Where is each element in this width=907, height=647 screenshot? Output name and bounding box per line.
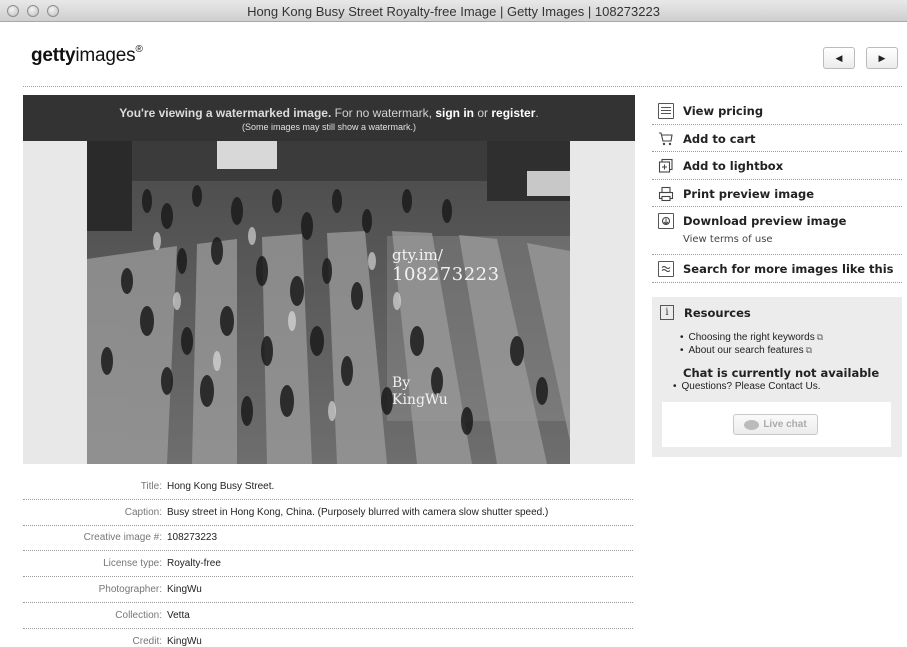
street-photo bbox=[87, 141, 570, 464]
detail-key: Creative image #: bbox=[83, 532, 162, 544]
cart-icon bbox=[658, 131, 674, 147]
detail-key: License type: bbox=[103, 558, 162, 570]
arrow-left-icon: ◀ bbox=[835, 52, 843, 63]
live-chat-label: Live chat bbox=[763, 419, 807, 430]
resource-link-search-features[interactable]: About our search features⧉ bbox=[680, 344, 823, 357]
lightbox-icon bbox=[658, 158, 674, 174]
preview-image[interactable] bbox=[87, 141, 570, 464]
watermark-notice-end: . bbox=[535, 106, 539, 120]
watermark-notice: You're viewing a watermarked image. For … bbox=[23, 106, 635, 120]
live-chat-box: Live chat bbox=[662, 402, 891, 447]
detail-row-license-type: License type: Royalty-free bbox=[23, 551, 633, 578]
arrow-right-icon: ▶ bbox=[878, 52, 886, 63]
watermark-notice-bar: You're viewing a watermarked image. For … bbox=[23, 95, 635, 141]
image-details-table: Title: Hong Kong Busy Street. Caption: B… bbox=[23, 474, 633, 647]
window-title-bar: Hong Kong Busy Street Royalty-free Image… bbox=[0, 0, 907, 22]
detail-value: Busy street in Hong Kong, China. (Purpos… bbox=[167, 506, 549, 518]
detail-key: Title: bbox=[140, 480, 162, 492]
next-image-button[interactable]: ▶ bbox=[866, 47, 898, 69]
resources-links: Choosing the right keywords⧉ About our s… bbox=[680, 331, 824, 357]
watermark-id-line: 108273223 bbox=[392, 264, 500, 285]
window-title: Hong Kong Busy Street Royalty-free Image… bbox=[247, 4, 660, 19]
contact-us-link[interactable]: Questions? Please Contact Us. bbox=[673, 381, 821, 392]
download-preview-link[interactable]: Download preview image bbox=[683, 214, 846, 228]
resource-link-keywords[interactable]: Choosing the right keywords⧉ bbox=[680, 331, 824, 344]
view-pricing-link[interactable]: View pricing bbox=[683, 97, 763, 118]
download-icon bbox=[658, 213, 674, 230]
detail-row-title: Title: Hong Kong Busy Street. bbox=[23, 474, 633, 500]
image-watermark-credit: By KingWu bbox=[392, 375, 448, 409]
info-icon: i bbox=[660, 305, 674, 320]
image-watermark-url: gty.im/ 108273223 bbox=[392, 245, 500, 285]
detail-value: Vetta bbox=[167, 609, 190, 621]
watermark-notice-or: or bbox=[474, 106, 492, 120]
detail-key: Photographer: bbox=[98, 584, 162, 596]
detail-key: Caption: bbox=[124, 506, 162, 518]
detail-row-creative-image-number: Creative image #: 108273223 bbox=[23, 526, 633, 552]
detail-key: Credit: bbox=[132, 636, 162, 647]
search-similar-action[interactable]: Search for more images like this bbox=[652, 255, 902, 283]
external-link-icon: ⧉ bbox=[805, 345, 813, 355]
logo-light-text: images bbox=[75, 45, 136, 66]
header-divider bbox=[23, 86, 902, 87]
resource-link-label[interactable]: About our search features bbox=[689, 345, 804, 356]
detail-value: KingWu bbox=[167, 636, 202, 647]
chat-bubble-icon bbox=[744, 419, 760, 430]
watermark-by: By bbox=[392, 375, 411, 391]
live-chat-button[interactable]: Live chat bbox=[733, 414, 818, 435]
similar-search-icon bbox=[658, 261, 674, 278]
sign-in-link[interactable]: sign in bbox=[435, 106, 474, 120]
add-to-cart-action[interactable]: Add to cart bbox=[652, 125, 902, 153]
chat-status: Chat is currently not available bbox=[683, 366, 880, 380]
watermark-author: KingWu bbox=[392, 392, 448, 408]
view-pricing-action[interactable]: View pricing bbox=[652, 97, 902, 125]
image-actions: View pricing Add to cart Add to lightbox… bbox=[652, 97, 902, 283]
resources-title: Resources bbox=[684, 305, 751, 320]
view-terms-link[interactable]: View terms of use bbox=[683, 234, 846, 245]
detail-value: Hong Kong Busy Street. bbox=[167, 480, 275, 492]
registered-mark: ® bbox=[135, 43, 143, 55]
detail-value: 108273223 bbox=[167, 532, 218, 544]
detail-row-credit: Credit: KingWu bbox=[23, 629, 633, 647]
detail-row-collection: Collection: Vetta bbox=[23, 603, 633, 629]
external-link-icon: ⧉ bbox=[816, 332, 824, 342]
register-link[interactable]: register bbox=[491, 106, 535, 120]
detail-row-caption: Caption: Busy street in Hong Kong, China… bbox=[23, 500, 633, 526]
gettyimages-logo[interactable]: gettyimages® bbox=[31, 43, 143, 67]
detail-value: KingWu bbox=[167, 584, 202, 596]
previous-image-button[interactable]: ◀ bbox=[823, 47, 855, 69]
resources-header: i Resources bbox=[660, 305, 751, 320]
add-to-lightbox-link[interactable]: Add to lightbox bbox=[683, 152, 783, 173]
logo-bold-text: getty bbox=[31, 45, 76, 66]
search-similar-link[interactable]: Search for more images like this bbox=[683, 255, 894, 276]
watermark-url-line: gty.im/ bbox=[392, 246, 443, 264]
watermark-notice-lead: You're viewing a watermarked image. bbox=[119, 106, 332, 120]
printer-icon bbox=[658, 186, 674, 202]
detail-row-photographer: Photographer: KingWu bbox=[23, 577, 633, 603]
detail-value: Royalty-free bbox=[167, 558, 221, 570]
add-to-lightbox-action[interactable]: Add to lightbox bbox=[652, 152, 902, 180]
detail-key: Collection: bbox=[115, 609, 162, 621]
watermark-notice-mid: For no watermark, bbox=[331, 106, 436, 120]
add-to-cart-link[interactable]: Add to cart bbox=[683, 125, 756, 146]
print-preview-action[interactable]: Print preview image bbox=[652, 180, 902, 208]
print-preview-link[interactable]: Print preview image bbox=[683, 180, 814, 201]
watermark-note: (Some images may still show a watermark.… bbox=[241, 122, 417, 132]
calculator-icon bbox=[658, 103, 674, 119]
resources-panel: i Resources Choosing the right keywords⧉… bbox=[652, 297, 902, 457]
resource-link-label[interactable]: Choosing the right keywords bbox=[689, 332, 815, 343]
download-preview-action[interactable]: Download preview image View terms of use bbox=[652, 207, 902, 256]
